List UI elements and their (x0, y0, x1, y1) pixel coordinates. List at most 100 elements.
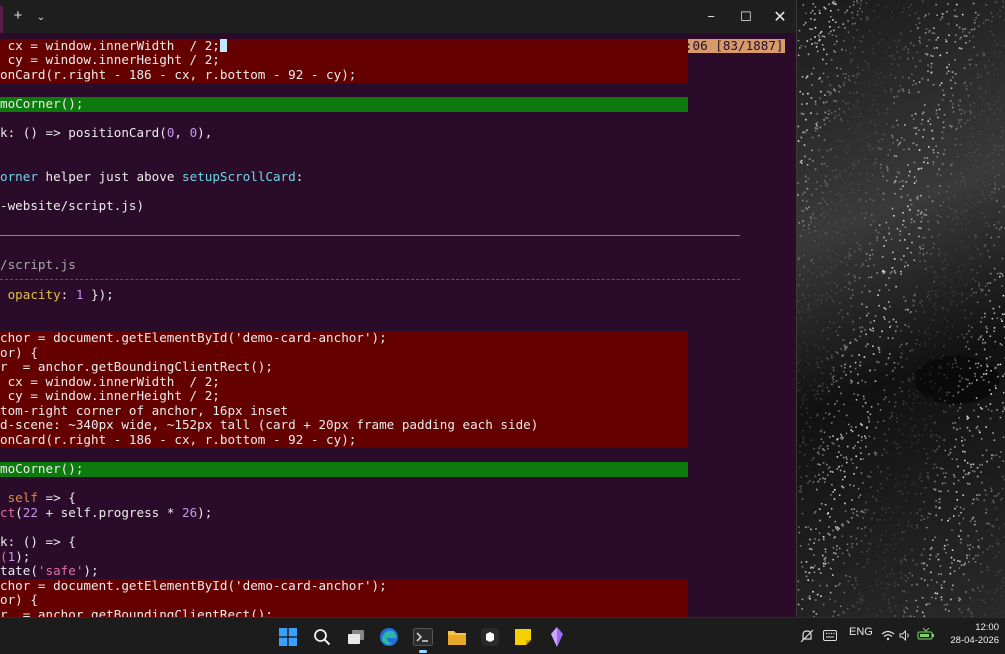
search-button[interactable] (309, 624, 335, 650)
code-token: onCard(r.right - 186 - cx, r.bottom - 92… (0, 432, 357, 447)
battery-icon[interactable] (917, 628, 935, 641)
terminal-line: onCard(r.right - 186 - cx, r.bottom - 92… (0, 67, 357, 83)
diff-added-line-bg (0, 97, 688, 112)
crystal-icon (549, 627, 565, 647)
box-icon (481, 628, 499, 646)
terminal-line: cy = window.innerHeight / 2; (0, 388, 220, 404)
section-divider (0, 235, 740, 236)
code-token: r = anchor.getBoundingClientRect(); (0, 607, 273, 617)
terminal-line: self => { (0, 490, 76, 506)
code-token: : (295, 169, 304, 184)
bell-off-icon[interactable] (800, 629, 814, 643)
minimize-button[interactable]: − (693, 0, 729, 33)
search-icon (313, 628, 331, 646)
terminal-line: opacity: 1 }); (0, 287, 114, 303)
terminal-line: onCard(r.right - 186 - cx, r.bottom - 92… (0, 432, 357, 448)
tab-dropdown-icon[interactable]: ⌄ (33, 10, 49, 26)
code-token: tom-right corner of anchor, 16px inset (0, 403, 289, 418)
language-indicator[interactable]: ENG (849, 626, 873, 638)
code-token: ), (197, 125, 213, 140)
terminal-line: /script.js (0, 257, 76, 273)
edge-button[interactable] (376, 624, 402, 650)
code-token: k: () => { (0, 534, 76, 549)
edge-icon (379, 627, 399, 647)
code-token: moCorner(); (0, 461, 84, 476)
code-token: self (7, 490, 38, 505)
maximize-button[interactable]: ☐ (728, 0, 764, 33)
terminal-titlebar[interactable]: + ⌄ − ☐ ✕ (0, 0, 796, 33)
code-token: 'safe' (37, 563, 84, 578)
code-token: chor = document.getElementById('demo-car… (0, 330, 387, 345)
code-token: ); (83, 563, 99, 578)
active-app-indicator (419, 650, 427, 653)
close-button[interactable]: ✕ (762, 0, 796, 33)
task-view-icon (347, 628, 365, 646)
terminal-line: moCorner(); (0, 461, 84, 477)
diff-added-line-bg (0, 462, 688, 477)
code-token: cy = window.innerHeight / 2; (0, 52, 220, 67)
terminal-line: r = anchor.getBoundingClientRect(); (0, 359, 273, 375)
file-explorer-button[interactable] (444, 624, 470, 650)
code-token: 26 (182, 505, 198, 520)
code-token: moCorner(); (0, 96, 84, 111)
terminal-icon (413, 628, 433, 646)
clock-date: 28-04-2026 (950, 635, 999, 646)
code-token: }); (83, 287, 114, 302)
code-token: tate( (0, 563, 38, 578)
terminal-line: k: () => positionCard(0, 0), (0, 125, 213, 141)
code-token: -website/script.js) (0, 198, 145, 213)
file-header-underline (0, 279, 740, 280)
start-button[interactable] (275, 624, 301, 650)
terminal-line: or) { (0, 592, 38, 608)
terminal-line: d-scene: ~340px wide, ~152px tall (card … (0, 417, 539, 433)
wallpaper-texture (797, 0, 1005, 617)
code-token: k: () => positionCard( (0, 125, 167, 140)
new-tab-button[interactable]: + (10, 8, 26, 24)
terminal-line: orner helper just above setupScrollCard: (0, 169, 304, 185)
code-token: cx = window.innerWidth / 2; (0, 374, 220, 389)
terminal-line: k: () => { (0, 534, 76, 550)
terminal-line: ct(22 + self.progress * 26); (0, 505, 213, 521)
wifi-icon[interactable] (881, 630, 895, 641)
code-token: d-scene: ~340px wide, ~152px tall (card … (0, 417, 539, 432)
text-cursor (219, 39, 227, 52)
terminal-line: chor = document.getElementById('demo-car… (0, 578, 387, 594)
code-token: ); (197, 505, 213, 520)
code-token: setupScrollCard (181, 169, 296, 184)
task-view-button[interactable] (343, 624, 369, 650)
terminal-button[interactable] (410, 624, 436, 653)
terminal-window[interactable]: + ⌄ − ☐ ✕ 06:23:06 [83/1887] cx = window… (0, 0, 797, 617)
code-token: => { (37, 490, 76, 505)
system-clock[interactable]: 12:00 28-04-2026 (944, 621, 999, 647)
sticky-note-icon (514, 628, 532, 646)
desktop-wallpaper (797, 0, 1005, 617)
app-purple-button[interactable] (544, 624, 570, 650)
app-button[interactable] (477, 624, 503, 650)
code-token: + self.progress * (37, 505, 182, 520)
terminal-line: -website/script.js) (0, 198, 145, 214)
taskbar: ENG 12:00 28-04-2026 (0, 617, 1005, 654)
terminal-line: tate('safe'); (0, 563, 99, 579)
diff-removed-line-bg (0, 593, 688, 608)
code-token: ( (0, 549, 8, 564)
code-token: or) { (0, 592, 38, 607)
code-token: /script.js (0, 257, 76, 272)
sticky-notes-button[interactable] (510, 624, 536, 650)
code-token: , (174, 125, 190, 140)
code-token: ct (0, 505, 16, 520)
code-token: r = anchor.getBoundingClientRect(); (0, 359, 273, 374)
keyboard-icon[interactable] (823, 630, 837, 641)
terminal-line: cy = window.innerHeight / 2; (0, 52, 220, 68)
code-token: orner (0, 169, 38, 184)
code-token: or) { (0, 345, 38, 360)
active-tab[interactable] (0, 6, 3, 33)
code-token: onCard(r.right - 186 - cx, r.bottom - 92… (0, 67, 357, 82)
volume-icon[interactable] (899, 630, 911, 641)
terminal-content[interactable]: 06:23:06 [83/1887] cx = window.innerWidt… (0, 33, 796, 617)
folder-icon (447, 629, 467, 646)
code-token: helper just above (37, 169, 182, 184)
code-token: : (60, 287, 76, 302)
terminal-line: r = anchor.getBoundingClientRect(); (0, 607, 273, 617)
